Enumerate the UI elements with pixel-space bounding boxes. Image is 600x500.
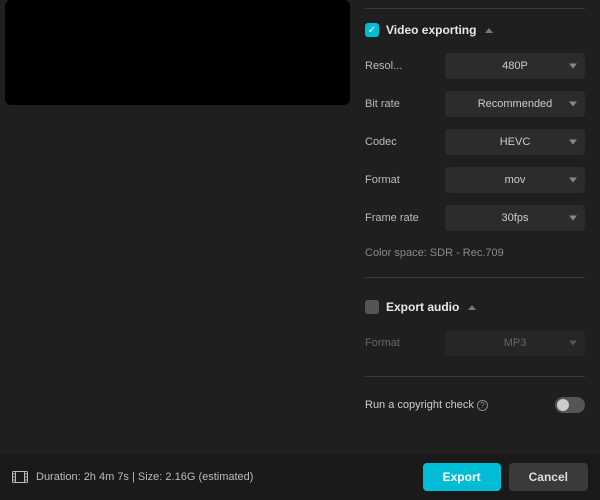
resolution-select[interactable]: 480P bbox=[445, 53, 585, 79]
duration-size-text: Duration: 2h 4m 7s | Size: 2.16G (estima… bbox=[36, 471, 253, 483]
framerate-label: Frame rate bbox=[365, 212, 435, 224]
video-exporting-title: Video exporting bbox=[386, 23, 476, 37]
framerate-value: 30fps bbox=[502, 212, 529, 224]
chevron-down-icon bbox=[569, 64, 577, 69]
export-settings-panel: ✓ Video exporting Resol... 480P Bit rate… bbox=[365, 0, 600, 425]
divider bbox=[365, 376, 585, 377]
resolution-row: Resol... 480P bbox=[365, 47, 585, 85]
export-audio-header[interactable]: Export audio bbox=[365, 286, 585, 324]
color-space-info: Color space: SDR - Rec.709 bbox=[365, 237, 585, 273]
framerate-row: Frame rate 30fps bbox=[365, 199, 585, 237]
collapse-caret-icon bbox=[485, 28, 493, 33]
resolution-label: Resol... bbox=[365, 60, 435, 72]
bitrate-select[interactable]: Recommended bbox=[445, 91, 585, 117]
format-select[interactable]: mov bbox=[445, 167, 585, 193]
format-value: mov bbox=[505, 174, 526, 186]
film-icon bbox=[12, 471, 28, 483]
export-button[interactable]: Export bbox=[423, 463, 501, 491]
bitrate-value: Recommended bbox=[478, 98, 553, 110]
codec-row: Codec HEVC bbox=[365, 123, 585, 161]
export-audio-checkbox[interactable] bbox=[365, 300, 379, 314]
audio-format-row: Format MP3 bbox=[365, 324, 585, 362]
video-preview bbox=[5, 0, 350, 105]
export-audio-title: Export audio bbox=[386, 300, 459, 314]
video-exporting-checkbox[interactable]: ✓ bbox=[365, 23, 379, 37]
chevron-down-icon bbox=[569, 178, 577, 183]
framerate-select[interactable]: 30fps bbox=[445, 205, 585, 231]
footer-info: Duration: 2h 4m 7s | Size: 2.16G (estima… bbox=[12, 471, 253, 483]
bitrate-label: Bit rate bbox=[365, 98, 435, 110]
audio-format-label: Format bbox=[365, 337, 435, 349]
chevron-down-icon bbox=[569, 102, 577, 107]
help-icon[interactable]: ? bbox=[477, 400, 488, 411]
divider bbox=[365, 277, 585, 278]
codec-select[interactable]: HEVC bbox=[445, 129, 585, 155]
codec-value: HEVC bbox=[500, 136, 531, 148]
copyright-check-row: Run a copyright check ? bbox=[365, 385, 585, 425]
format-label: Format bbox=[365, 174, 435, 186]
chevron-down-icon bbox=[569, 216, 577, 221]
copyright-check-label: Run a copyright check ? bbox=[365, 399, 488, 411]
chevron-down-icon bbox=[569, 341, 577, 346]
codec-label: Codec bbox=[365, 136, 435, 148]
cancel-button[interactable]: Cancel bbox=[509, 463, 588, 491]
copyright-check-toggle[interactable] bbox=[555, 397, 585, 413]
audio-format-select: MP3 bbox=[445, 330, 585, 356]
collapse-caret-icon bbox=[468, 305, 476, 310]
footer-actions: Export Cancel bbox=[423, 463, 588, 491]
audio-format-value: MP3 bbox=[504, 337, 527, 349]
resolution-value: 480P bbox=[502, 60, 528, 72]
video-exporting-header[interactable]: ✓ Video exporting bbox=[365, 9, 585, 47]
footer-bar: Duration: 2h 4m 7s | Size: 2.16G (estima… bbox=[0, 454, 600, 500]
chevron-down-icon bbox=[569, 140, 577, 145]
bitrate-row: Bit rate Recommended bbox=[365, 85, 585, 123]
format-row: Format mov bbox=[365, 161, 585, 199]
